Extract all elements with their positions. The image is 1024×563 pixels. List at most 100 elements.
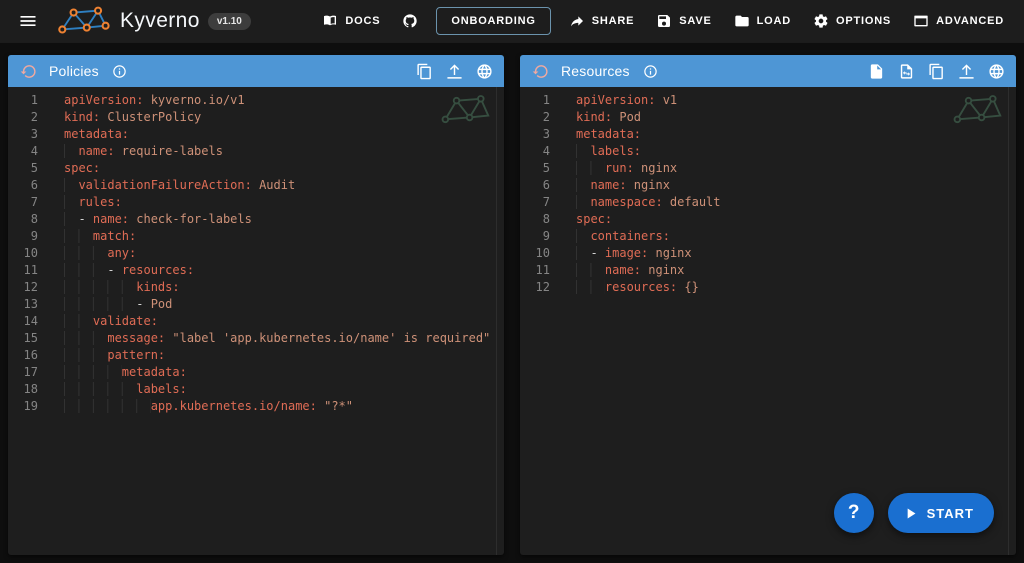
line-number: 9	[520, 228, 550, 245]
resources-code: 1apiVersion: v12kind: Pod3metadata:4 lab…	[520, 92, 1016, 296]
line-number: 12	[8, 279, 38, 296]
code-line: 7 namespace: default	[520, 194, 1016, 211]
share-icon	[569, 13, 585, 29]
advanced-label: ADVANCED	[936, 15, 1004, 27]
code-line: 9 containers:	[520, 228, 1016, 245]
floating-actions: ? START	[834, 493, 994, 533]
line-number: 7	[8, 194, 38, 211]
code-line: 11 name: nginx	[520, 262, 1016, 279]
code-line: 1apiVersion: kyverno.io/v1	[8, 92, 504, 109]
line-number: 4	[8, 143, 38, 160]
line-number: 12	[520, 279, 550, 296]
version-badge: v1.10	[208, 13, 251, 30]
line-number: 14	[8, 313, 38, 330]
code-line: 6 name: nginx	[520, 177, 1016, 194]
window-icon	[913, 13, 929, 29]
code-line: 14 validate:	[8, 313, 504, 330]
load-label: LOAD	[757, 15, 791, 27]
resources-title: Resources	[561, 63, 630, 79]
restore-button[interactable]	[14, 58, 42, 84]
line-number: 6	[520, 177, 550, 194]
code-line: 11 - resources:	[8, 262, 504, 279]
line-number: 17	[8, 364, 38, 381]
code-line: 2kind: ClusterPolicy	[8, 109, 504, 126]
copy-icon	[416, 63, 433, 80]
code-line: 13 - Pod	[8, 296, 504, 313]
line-number: 11	[8, 262, 38, 279]
code-line: 1apiVersion: v1	[520, 92, 1016, 109]
copy-button[interactable]	[410, 58, 438, 84]
code-line: 12 resources: {}	[520, 279, 1016, 296]
docs-icon	[322, 13, 338, 29]
file-swap-icon	[898, 63, 915, 80]
file-button[interactable]	[862, 58, 890, 84]
brand[interactable]: Kyverno v1.10	[54, 5, 251, 37]
code-line: 5 run: nginx	[520, 160, 1016, 177]
options-button[interactable]: OPTIONS	[803, 5, 901, 37]
restore-icon	[532, 63, 549, 80]
upload-button[interactable]	[952, 58, 980, 84]
line-number: 9	[8, 228, 38, 245]
policies-editor[interactable]: 1apiVersion: kyverno.io/v12kind: Cluster…	[8, 87, 504, 555]
advanced-button[interactable]: ADVANCED	[903, 5, 1014, 37]
file-icon	[868, 63, 885, 80]
hamburger-icon	[18, 11, 38, 31]
line-number: 5	[8, 160, 38, 177]
kyverno-watermark-icon	[436, 88, 492, 132]
code-line: 12 kinds:	[8, 279, 504, 296]
share-button[interactable]: SHARE	[559, 5, 645, 37]
line-number: 2	[8, 109, 38, 126]
file-swap-button[interactable]	[892, 58, 920, 84]
line-number: 8	[520, 211, 550, 228]
main: Policies 1apiVersion: kyverno.io/v12kind…	[0, 42, 1024, 563]
restore-icon	[20, 63, 37, 80]
line-number: 5	[520, 160, 550, 177]
github-button[interactable]	[392, 5, 428, 37]
code-line: 9 match:	[8, 228, 504, 245]
docs-label: DOCS	[345, 15, 380, 27]
line-number: 3	[520, 126, 550, 143]
code-line: 7 rules:	[8, 194, 504, 211]
restore-button[interactable]	[526, 58, 554, 84]
info-icon	[643, 64, 658, 79]
save-button[interactable]: SAVE	[646, 5, 721, 37]
onboarding-label: ONBOARDING	[451, 15, 535, 27]
load-button[interactable]: LOAD	[724, 5, 801, 37]
line-number: 10	[8, 245, 38, 262]
line-number: 3	[8, 126, 38, 143]
code-line: 17 metadata:	[8, 364, 504, 381]
info-button[interactable]	[106, 58, 134, 84]
start-button[interactable]: START	[888, 493, 994, 533]
policies-code: 1apiVersion: kyverno.io/v12kind: Cluster…	[8, 92, 504, 415]
policies-header: Policies	[8, 55, 504, 87]
save-label: SAVE	[679, 15, 711, 27]
code-line: 6 validationFailureAction: Audit	[8, 177, 504, 194]
onboarding-button[interactable]: ONBOARDING	[436, 7, 550, 35]
play-icon	[902, 505, 919, 522]
brand-name: Kyverno	[120, 9, 200, 33]
upload-button[interactable]	[440, 58, 468, 84]
copy-button[interactable]	[922, 58, 950, 84]
line-number: 13	[8, 296, 38, 313]
resources-editor[interactable]: 1apiVersion: v12kind: Pod3metadata:4 lab…	[520, 87, 1016, 555]
line-number: 4	[520, 143, 550, 160]
code-line: 18 labels:	[8, 381, 504, 398]
globe-icon	[476, 63, 493, 80]
kyverno-logo-icon	[54, 5, 112, 37]
line-number: 1	[520, 92, 550, 109]
globe-button[interactable]	[982, 58, 1010, 84]
resources-panel: Resources 1apiVersion: v12kind: Pod3meta…	[520, 55, 1016, 555]
copy-icon	[928, 63, 945, 80]
line-number: 15	[8, 330, 38, 347]
globe-button[interactable]	[470, 58, 498, 84]
help-label: ?	[848, 502, 860, 524]
help-button[interactable]: ?	[834, 493, 874, 533]
policies-title: Policies	[49, 63, 99, 79]
line-number: 11	[520, 262, 550, 279]
docs-button[interactable]: DOCS	[312, 5, 390, 37]
menu-button[interactable]	[10, 3, 46, 39]
code-line: 10 any:	[8, 245, 504, 262]
info-button[interactable]	[637, 58, 665, 84]
resources-header: Resources	[520, 55, 1016, 87]
code-line: 2kind: Pod	[520, 109, 1016, 126]
